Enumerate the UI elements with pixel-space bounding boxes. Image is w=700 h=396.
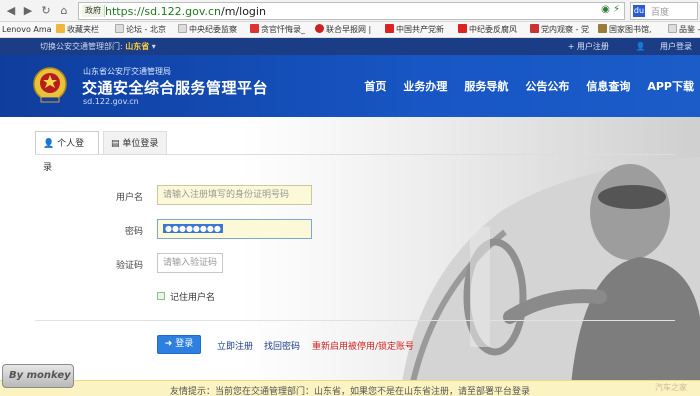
nav-business[interactable]: 业务办理 xyxy=(403,78,447,94)
forward-icon[interactable]: ▶ xyxy=(20,3,36,19)
car-interior-image xyxy=(240,117,700,396)
recover-password-link[interactable]: 找回密码 xyxy=(264,339,300,352)
login-content: 👤 个人登录 ▤ 单位登录 用户名 请输入注册填写的身份证明号码 密码 ●●●●… xyxy=(0,117,700,396)
folder-icon xyxy=(56,24,65,33)
username-field[interactable]: 请输入注册填写的身份证明号码 xyxy=(157,185,312,205)
tab-personal-login[interactable]: 👤 个人登录 xyxy=(35,131,99,173)
bookmark-item[interactable]: 中央纪委监察 xyxy=(178,24,237,36)
tab-divider xyxy=(35,154,675,155)
remember-label: 记住用户名 xyxy=(170,293,216,303)
bookmark-item[interactable]: 党内观察 - 党 xyxy=(530,24,589,36)
search-input[interactable]: du 百度 xyxy=(630,2,698,20)
page-icon xyxy=(115,24,124,33)
user-icon: 👤 xyxy=(43,139,55,149)
region-switcher[interactable]: 切换公安交通管理部门: 山东省 ▾ xyxy=(40,40,156,53)
nav-home[interactable]: 首页 xyxy=(364,78,386,94)
chevron-down-icon: ▾ xyxy=(151,42,156,51)
baidu-icon: du xyxy=(633,5,645,17)
bookmark-item[interactable]: Lenovo Ama xyxy=(2,24,52,36)
notice-bar: 友情提示：当前您在交通管理部门：山东省，如果您不是在山东省注册，请至部署平台登录 xyxy=(0,380,700,396)
nav-service-guide[interactable]: 服务导航 xyxy=(464,78,508,94)
site-header: 山东省公安厅交通管理局 交通安全综合服务管理平台 sd.122.gov.cn 首… xyxy=(0,55,700,117)
bookmark-item[interactable]: 收藏夹栏 xyxy=(56,24,99,36)
bookmark-item[interactable]: 联合早报网 | xyxy=(315,24,371,36)
nav-announcements[interactable]: 公告公布 xyxy=(525,78,569,94)
site-icon xyxy=(315,24,324,33)
main-nav: 首页 业务办理 服务导航 公告公布 信息查询 APP下载 xyxy=(347,78,694,94)
bookmark-item[interactable]: 中国共产党新 xyxy=(385,24,444,36)
login-icon: ➜ xyxy=(164,339,173,349)
bookmark-item[interactable]: 贪官忏悔录_ xyxy=(250,24,305,36)
page-icon xyxy=(668,24,677,33)
watermark-text: 汽车之家 xyxy=(655,383,687,392)
address-bar[interactable]: 政府 https://sd.122.gov.cn/m/login ◉ ⚡ xyxy=(78,2,625,20)
header-domain: sd.122.gov.cn xyxy=(83,97,139,106)
url-text[interactable]: https://sd.122.gov.cn/m/login xyxy=(105,4,266,19)
document-icon: ▤ xyxy=(111,139,120,149)
site-icon xyxy=(250,24,259,33)
site-icon xyxy=(458,24,467,33)
browser-toolbar: ◀ ▶ ↻ ⌂ 政府 https://sd.122.gov.cn/m/login… xyxy=(0,0,700,22)
user-icon: 👤 xyxy=(635,42,646,51)
site-icon xyxy=(598,24,607,33)
bookmark-item[interactable]: 中纪委反腐风 xyxy=(458,24,517,36)
site-type-badge: 政府 xyxy=(82,5,105,17)
header-subtitle: 山东省公安厅交通管理局 xyxy=(83,67,171,76)
user-login-link[interactable]: 👤 用户登录 xyxy=(623,42,692,51)
notice-text: 友情提示：当前您在交通管理部门：山东省，如果您不是在山东省注册，请至部署平台登录 xyxy=(170,387,531,396)
home-icon[interactable]: ⌂ xyxy=(56,3,72,19)
site-icon xyxy=(385,24,394,33)
bookmark-item[interactable]: 论坛 - 北京 xyxy=(115,24,166,36)
tab-company-login[interactable]: ▤ 单位登录 xyxy=(103,131,167,155)
bookmarks-bar: Lenovo Ama 收藏夹栏 论坛 - 北京 中央纪委监察 贪官忏悔录_ 联合… xyxy=(0,22,700,38)
page-title: 交通安全综合服务管理平台 xyxy=(82,79,269,97)
police-emblem-icon xyxy=(33,67,67,103)
nav-info-query[interactable]: 信息查询 xyxy=(586,78,630,94)
password-field[interactable]: ●●●●●●●● xyxy=(157,219,312,239)
bookmark-item[interactable]: 品鉴 - xyxy=(668,24,700,36)
back-icon[interactable]: ◀ xyxy=(3,3,19,19)
captcha-label: 验证码 xyxy=(115,261,143,271)
refresh-icon[interactable]: ↻ xyxy=(38,3,54,19)
page-status-icon[interactable]: ◉ ⚡ xyxy=(601,4,620,15)
site-topbar: 切换公安交通管理部门: 山东省 ▾ + 用户注册 👤 用户登录 xyxy=(0,38,700,55)
register-link[interactable]: 立即注册 xyxy=(217,339,253,352)
password-label: 密码 xyxy=(124,227,143,237)
register-link[interactable]: + 用户注册 xyxy=(568,42,609,51)
page-icon xyxy=(178,24,187,33)
bookmark-item[interactable]: 国家图书馆, xyxy=(598,24,652,36)
reactivate-account-link[interactable]: 重新启用被停用/锁定账号 xyxy=(312,339,414,352)
site-icon xyxy=(530,24,539,33)
form-divider xyxy=(35,320,675,321)
nav-app-download[interactable]: APP下载 xyxy=(647,78,694,94)
username-label: 用户名 xyxy=(115,193,143,203)
captcha-field[interactable]: 请输入验证码 xyxy=(157,253,223,273)
watermark-logo: By monkey xyxy=(2,364,74,388)
login-button[interactable]: ➜ 登录 xyxy=(157,335,201,354)
remember-checkbox[interactable] xyxy=(157,292,165,300)
